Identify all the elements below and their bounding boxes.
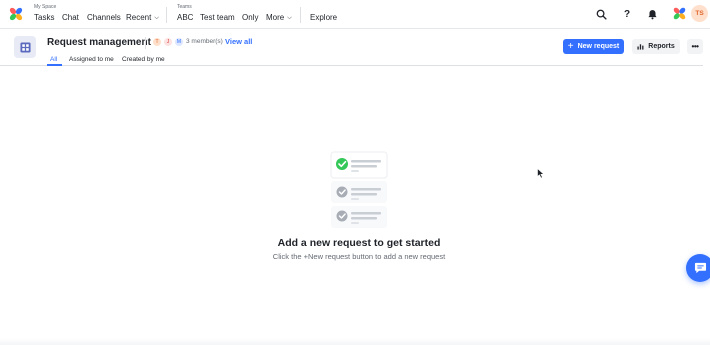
search-icon[interactable] (594, 7, 608, 21)
view-tabs: All Assigned to me Created by me (0, 54, 703, 66)
nav-chat[interactable]: Chat (62, 13, 79, 22)
nav-explore[interactable]: Explore (310, 13, 337, 22)
member-avatar: M (174, 37, 184, 47)
member-avatars[interactable]: T J M (152, 37, 185, 47)
nav-divider (166, 7, 167, 23)
page-title: Request management (47, 37, 151, 48)
reports-label: Reports (648, 43, 675, 50)
nav-more[interactable]: More ⌵ (266, 13, 292, 22)
nav-recent-label: Recent (126, 13, 152, 22)
app-logo-icon[interactable] (8, 6, 24, 22)
bottom-edge (0, 338, 710, 345)
member-avatar: T (152, 37, 162, 47)
tab-all[interactable]: All (50, 56, 57, 63)
chevron-down-icon: ⌵ (154, 15, 159, 21)
brand-icon[interactable] (672, 6, 687, 21)
nav-team-test-team[interactable]: Test team (200, 13, 235, 22)
top-nav: My Space Tasks Chat Channels Recent ⌵ Tea… (0, 0, 710, 29)
chat-bubble-icon (694, 262, 706, 274)
nav-team-abc[interactable]: ABC (177, 13, 193, 22)
member-avatar: J (163, 37, 173, 47)
nav-recent[interactable]: Recent ⌵ (126, 13, 159, 22)
teams-label: Teams (177, 4, 192, 10)
mouse-cursor-icon (537, 168, 545, 179)
tab-assigned-to-me[interactable]: Assigned to me (69, 56, 114, 63)
bar-chart-icon (637, 44, 644, 50)
chevron-down-icon: ⌵ (287, 15, 292, 21)
nav-team-only[interactable]: Only (242, 13, 258, 22)
view-all-link[interactable]: View all (225, 37, 252, 46)
reports-button[interactable]: Reports (632, 39, 680, 54)
title-divider (145, 37, 146, 49)
new-request-button[interactable]: + New request (563, 39, 624, 54)
nav-tasks[interactable]: Tasks (34, 13, 54, 22)
nav-more-label: More (266, 13, 285, 22)
member-count: 3 member(s) (186, 38, 223, 45)
empty-state-title: Add a new request to get started (277, 237, 441, 249)
empty-list-illustration (330, 151, 388, 228)
nav-divider (300, 7, 301, 23)
tab-created-by-me[interactable]: Created by me (122, 56, 165, 63)
more-options-button[interactable]: ••• (687, 39, 703, 54)
empty-state-subtitle: Click the +New request button to add a n… (272, 252, 446, 261)
my-space-label: My Space (34, 4, 57, 10)
bell-icon[interactable] (645, 7, 659, 21)
plus-icon: + (567, 40, 574, 52)
user-avatar[interactable]: TS (691, 5, 708, 22)
ellipsis-icon: ••• (691, 42, 699, 51)
support-chat-button[interactable] (686, 254, 710, 282)
active-tab-indicator (47, 64, 62, 66)
nav-channels[interactable]: Channels (87, 13, 121, 22)
help-icon[interactable]: ? (620, 7, 634, 21)
new-request-label: New request (577, 43, 620, 50)
